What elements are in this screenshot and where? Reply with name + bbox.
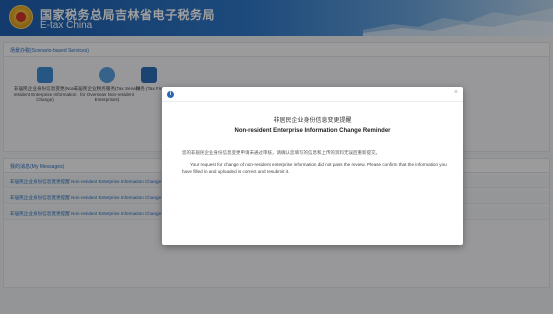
dialog-title-en: Non-resident Enterprise Information Chan… xyxy=(234,128,391,134)
reminder-dialog: i × 非居民企业身份信息变更提醒 Non-resident Enterpris… xyxy=(162,87,463,245)
info-icon: i xyxy=(167,91,174,98)
dialog-message-cn: 您的非居民企业身份信息变更申请未通过审核，请确认您填写的信息和上传的资料无误后重… xyxy=(182,150,380,155)
dialog-divider xyxy=(162,101,463,102)
close-icon[interactable]: × xyxy=(454,89,458,96)
dialog-message-en: Your request for change of non-resident … xyxy=(182,162,447,174)
dialog-title-cn: 非居民企业身份信息变更提醒 xyxy=(273,118,352,124)
